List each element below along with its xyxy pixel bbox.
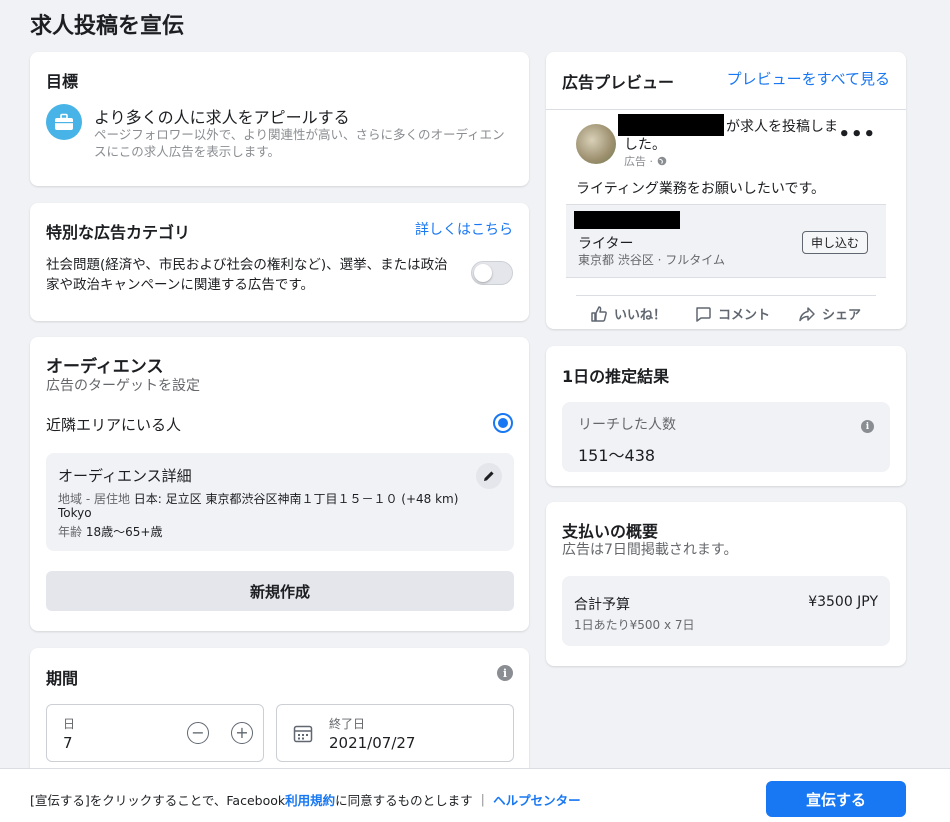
end-date-value: 2021/07/27 — [329, 734, 416, 752]
audience-age: 年齢 18歳〜65+歳 — [58, 523, 162, 540]
post-text: ライティング業務をお願いしたいです。 — [576, 181, 826, 197]
edit-audience-button[interactable] — [476, 463, 502, 489]
location-label: 地域 - 居住地 — [58, 492, 130, 506]
reach-box: リーチした人数 i 151〜438 — [562, 402, 890, 472]
reach-value: 151〜438 — [578, 446, 656, 465]
audience-title: オーディエンス — [46, 357, 164, 377]
audience-option-radio[interactable] — [493, 413, 513, 433]
total-budget-amount: ¥3500 JPY — [808, 594, 878, 610]
toggle-knob — [474, 264, 492, 282]
end-date-label: 終了日 — [329, 717, 366, 731]
page-avatar — [576, 124, 616, 164]
create-audience-button[interactable]: 新規作成 — [46, 571, 514, 611]
terms-prefix: [宣伝する]をクリックすることで、Facebook — [30, 793, 286, 808]
post-header-text: が求人を投稿しました。 — [624, 119, 838, 153]
terms-notice: [宣伝する]をクリックすることで、Facebook利用規約に同意するものとします… — [30, 790, 581, 809]
info-icon[interactable]: i — [497, 665, 513, 681]
audience-option-label: 近隣エリアにいる人 — [46, 416, 182, 434]
special-category-description: 社会問題(経済や、市民および社会の権利など)、選挙、または政治家や政治キャンペー… — [46, 257, 448, 293]
share-label: シェア — [822, 308, 862, 323]
preview-divider — [546, 109, 906, 110]
share-icon — [799, 306, 815, 321]
age-value: 18歳〜65+歳 — [85, 525, 163, 539]
share-button[interactable]: シェア — [798, 304, 861, 323]
post-meta: 広告 · — [624, 153, 667, 169]
footer-bar: [宣伝する]をクリックすることで、Facebook利用規約に同意するものとします… — [0, 768, 950, 822]
payment-subtitle: 広告は7日間掲載されます。 — [562, 542, 738, 558]
period-title: 期間 — [46, 669, 79, 688]
audience-location: 地域 - 居住地 日本: 足立区 東京都渋谷区神南１丁目１５－１０ (+48 k… — [58, 490, 458, 507]
more-options-icon[interactable]: ••• — [838, 124, 876, 145]
pencil-icon — [484, 471, 494, 481]
duration-label: 日 — [63, 717, 76, 731]
audience-card: オーディエンス 広告のターゲットを設定 近隣エリアにいる人 オーディエンス詳細 … — [30, 337, 529, 631]
location-value: 日本: 足立区 東京都渋谷区神南１丁目１５－１０ (+48 km) — [133, 492, 459, 506]
audience-subtitle: 広告のターゲットを設定 — [46, 378, 200, 394]
audience-detail-title: オーディエンス詳細 — [58, 467, 192, 485]
total-budget-label: 合計予算 — [574, 597, 630, 613]
like-button[interactable]: いいね！ — [590, 304, 666, 323]
increase-days-button[interactable]: + — [231, 722, 253, 744]
end-date-field[interactable]: 終了日 2021/07/27 — [276, 704, 514, 762]
audience-detail-box: オーディエンス詳細 地域 - 居住地 日本: 足立区 東京都渋谷区神南１丁目１５… — [46, 453, 514, 551]
action-divider — [576, 295, 876, 296]
briefcase-icon — [46, 104, 82, 140]
sponsored-label: 広告 · — [624, 155, 657, 168]
job-location: 東京都 渋谷区 · フルタイム — [578, 253, 726, 267]
see-all-previews-link[interactable]: プレビューをすべて見る — [727, 68, 890, 89]
comment-icon — [696, 306, 711, 322]
special-category-title: 特別な広告カテゴリ — [46, 223, 191, 242]
decrease-days-button[interactable]: − — [187, 722, 209, 744]
estimate-title: 1日の推定結果 — [562, 367, 670, 386]
page-title: 求人投稿を宣伝 — [30, 14, 185, 39]
ad-preview-card: 広告プレビュー プレビューをすべて見る が求人を投稿しました。 広告 · •••… — [546, 52, 906, 329]
job-card[interactable]: ライター 東京都 渋谷区 · フルタイム 申し込む — [566, 204, 886, 278]
duration-value: 7 — [63, 734, 73, 752]
per-day-budget: 1日あたり¥500 x 7日 — [574, 618, 695, 632]
goal-card: 目標 より多くの人に求人をアピールする ページフォロワー以外で、より関連性が高い… — [30, 52, 529, 186]
preview-title: 広告プレビュー — [562, 73, 675, 92]
apply-button[interactable]: 申し込む — [801, 231, 868, 254]
like-label: いいね！ — [614, 308, 667, 323]
thumbs-up-icon — [591, 305, 607, 322]
promote-button[interactable]: 宣伝する — [766, 781, 906, 817]
calendar-icon — [293, 725, 313, 743]
globe-icon — [657, 156, 666, 166]
help-center-link[interactable]: ヘルプセンター — [493, 793, 581, 808]
budget-box: 合計予算 ¥3500 JPY 1日あたり¥500 x 7日 — [562, 576, 890, 646]
location-city: Tokyo — [58, 506, 92, 520]
post-header: が求人を投稿しました。 — [624, 118, 842, 154]
reach-info-icon[interactable]: i — [861, 420, 874, 433]
terms-suffix: に同意するものとします ｜ — [335, 793, 494, 808]
goal-option-description: ページフォロワー以外で、より関連性が高い、さらに多くのオーディエンスにこの求人広… — [94, 127, 505, 159]
redacted-company — [574, 211, 680, 229]
payment-summary-card: 支払いの概要 広告は7日間掲載されます。 合計予算 ¥3500 JPY 1日あた… — [546, 502, 906, 666]
learn-more-link[interactable]: 詳しくはこちら — [415, 219, 513, 239]
comment-button[interactable]: コメント — [694, 304, 770, 323]
age-label: 年齢 — [58, 525, 83, 539]
goal-option-title[interactable]: より多くの人に求人をアピールする — [94, 104, 350, 128]
goal-title: 目標 — [46, 72, 79, 91]
terms-link[interactable]: 利用規約 — [285, 793, 335, 808]
special-category-toggle[interactable] — [471, 261, 513, 285]
job-title: ライター — [578, 236, 634, 252]
duration-field[interactable]: 日 7 − + — [46, 704, 264, 762]
period-card: 期間 i 日 7 − + 終了日 2021/07/27 — [30, 648, 529, 788]
reach-label: リーチした人数 — [578, 417, 676, 433]
comment-label: コメント — [718, 308, 771, 323]
daily-estimate-card: 1日の推定結果 リーチした人数 i 151〜438 — [546, 346, 906, 486]
special-category-card: 特別な広告カテゴリ 詳しくはこちら 社会問題(経済や、市民および社会の権利など)… — [30, 203, 529, 321]
